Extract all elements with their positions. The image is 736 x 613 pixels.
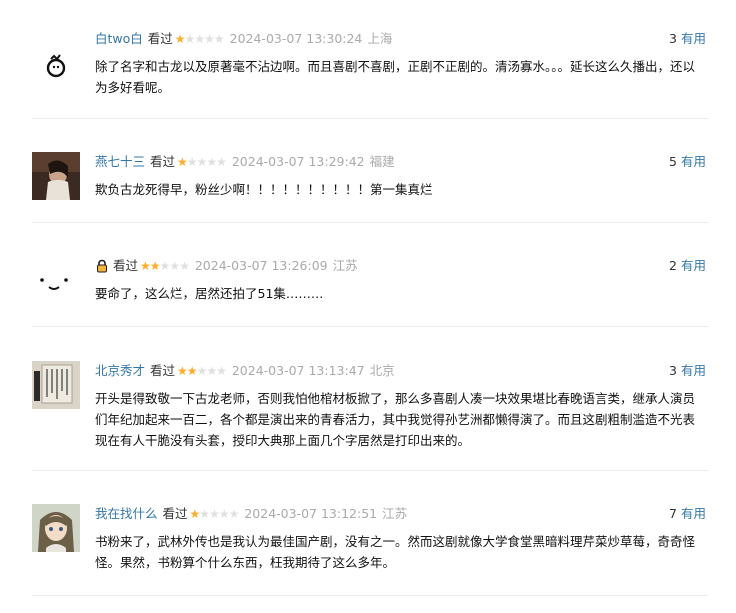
- username-link[interactable]: 我在找什么: [95, 504, 158, 524]
- lock-icon: [95, 259, 109, 273]
- watched-status: 看过: [162, 506, 188, 521]
- useful-count: 5: [669, 154, 677, 169]
- username-link[interactable]: 燕七十三: [95, 152, 145, 172]
- star-empty-icon: ★: [184, 32, 196, 46]
- comment-location: 福建: [369, 154, 395, 169]
- star-filled-icon: ★: [149, 259, 161, 273]
- rating-stars: ★★★★★: [174, 29, 225, 49]
- useful-button[interactable]: 有用: [681, 258, 706, 273]
- star-empty-icon: ★: [213, 32, 225, 46]
- comment-item: 北京秀才 看过 ★★★★★ 2024-03-07 13:13:47 北京 3 有用…: [32, 361, 708, 471]
- rating-stars: ★★★★★: [177, 152, 227, 172]
- useful-vote: 3 有用: [669, 361, 706, 381]
- watched-status: 看过: [150, 363, 176, 378]
- comment-content: 开头是得致敬一下古龙老师，否则我怕他棺材板掀了，那么多喜剧人凑一块效果堪比春晚语…: [95, 391, 696, 448]
- avatar[interactable]: [32, 256, 80, 304]
- username-link[interactable]: 白two白: [95, 29, 143, 49]
- comment-location: 北京: [369, 363, 395, 378]
- useful-button[interactable]: 有用: [681, 31, 706, 46]
- avatar-anime: [32, 504, 80, 552]
- star-empty-icon: ★: [186, 155, 198, 169]
- comment-time[interactable]: 2024-03-07 13:13:47: [232, 361, 365, 381]
- useful-count: 2: [669, 258, 677, 273]
- comment-time[interactable]: 2024-03-07 13:12:51: [244, 504, 377, 524]
- avatar-photo: [32, 152, 80, 200]
- star-empty-icon: ★: [159, 259, 171, 273]
- star-empty-icon: ★: [216, 155, 227, 169]
- comment-item: 看过 ★★★★★ 2024-03-07 13:26:09 江苏 2 有用 要命了，…: [32, 256, 708, 327]
- star-empty-icon: ★: [196, 155, 208, 169]
- useful-count: 3: [669, 363, 677, 378]
- rating-stars: ★★★★★: [140, 256, 190, 276]
- rating-stars: ★★★★★: [177, 361, 227, 381]
- comment-meta: 白two白 看过 ★★★★★ 2024-03-07 13:30:24 上海: [95, 29, 392, 49]
- star-empty-icon: ★: [209, 507, 220, 521]
- watched-status: 看过: [147, 31, 173, 46]
- comment-meta: 看过 ★★★★★ 2024-03-07 13:26:09 江苏: [95, 256, 358, 276]
- username-link[interactable]: 北京秀才: [95, 361, 145, 381]
- avatar-photo: [32, 361, 80, 409]
- comment-location: 江苏: [382, 506, 408, 521]
- comment-item: 我在找什么 看过 ★★★★★ 2024-03-07 13:12:51 江苏 7有…: [32, 504, 708, 596]
- comment-location: 江苏: [332, 258, 358, 273]
- rating-stars: ★★★★★: [189, 504, 240, 524]
- star-filled-icon: ★: [140, 259, 151, 273]
- star-filled-icon: ★: [186, 364, 198, 378]
- comment-list: 白two白 看过 ★★★★★ 2024-03-07 13:30:24 上海 3有…: [0, 0, 736, 613]
- comment-meta: 我在找什么 看过 ★★★★★ 2024-03-07 13:12:51 江苏: [95, 504, 407, 524]
- star-empty-icon: ★: [179, 259, 190, 273]
- star-filled-icon: ★: [177, 155, 188, 169]
- comment-content: 要命了，这么烂，居然还拍了51集………: [95, 286, 324, 301]
- watched-status: 看过: [113, 258, 139, 273]
- avatar[interactable]: [32, 361, 80, 409]
- avatar[interactable]: [32, 152, 80, 200]
- star-filled-icon: ★: [177, 364, 188, 378]
- useful-vote: 2 有用: [669, 256, 706, 276]
- comment-time[interactable]: 2024-03-07 13:30:24: [230, 29, 363, 49]
- comment-time[interactable]: 2024-03-07 13:26:09: [195, 256, 328, 276]
- star-empty-icon: ★: [216, 364, 227, 378]
- useful-button[interactable]: 有用: [681, 363, 706, 378]
- useful-button[interactable]: 有用: [681, 506, 706, 521]
- star-filled-icon: ★: [174, 32, 186, 46]
- watched-status: 看过: [150, 154, 176, 169]
- star-empty-icon: ★: [196, 364, 208, 378]
- avatar-face-icon: [32, 256, 80, 304]
- star-empty-icon: ★: [204, 32, 215, 46]
- comment-meta: 燕七十三 看过 ★★★★★ 2024-03-07 13:29:42 福建: [95, 152, 395, 172]
- useful-vote: 7 有用: [669, 504, 706, 524]
- useful-vote: 3 有用: [669, 29, 706, 49]
- avatar[interactable]: [32, 42, 80, 90]
- comment-content: 除了名字和古龙以及原著毫不沾边啊。而且喜剧不喜剧，正剧不正剧的。清汤寡水。。。延…: [95, 59, 696, 95]
- star-empty-icon: ★: [194, 32, 205, 46]
- star-empty-icon: ★: [206, 364, 217, 378]
- useful-count: 7: [669, 506, 677, 521]
- avatar[interactable]: [32, 504, 80, 552]
- comment-item: 燕七十三 看过 ★★★★★ 2024-03-07 13:29:42 福建 5 有用…: [32, 152, 708, 223]
- useful-count: 3: [669, 31, 677, 46]
- star-empty-icon: ★: [218, 507, 230, 521]
- star-empty-icon: ★: [199, 507, 210, 521]
- comment-location: 上海: [367, 31, 393, 46]
- comment-content: 书粉来了，武林外传也是我认为最佳国产剧，没有之一。然而这剧就像大学食堂黑暗料理芹…: [95, 534, 696, 570]
- star-filled-icon: ★: [189, 507, 201, 521]
- comment-content: 欺负古龙死得早，粉丝少啊！！！！！！！！！！第一集真烂: [95, 182, 433, 197]
- comment-time[interactable]: 2024-03-07 13:29:42: [232, 152, 365, 172]
- useful-button[interactable]: 有用: [681, 154, 706, 169]
- comment-meta: 北京秀才 看过 ★★★★★ 2024-03-07 13:13:47 北京: [95, 361, 395, 381]
- useful-vote: 5 有用: [669, 152, 706, 172]
- comment-item: 白two白 看过 ★★★★★ 2024-03-07 13:30:24 上海 3有…: [32, 29, 708, 119]
- star-empty-icon: ★: [206, 155, 217, 169]
- avatar-bag-icon: [32, 42, 80, 90]
- star-empty-icon: ★: [228, 507, 240, 521]
- star-empty-icon: ★: [169, 259, 180, 273]
